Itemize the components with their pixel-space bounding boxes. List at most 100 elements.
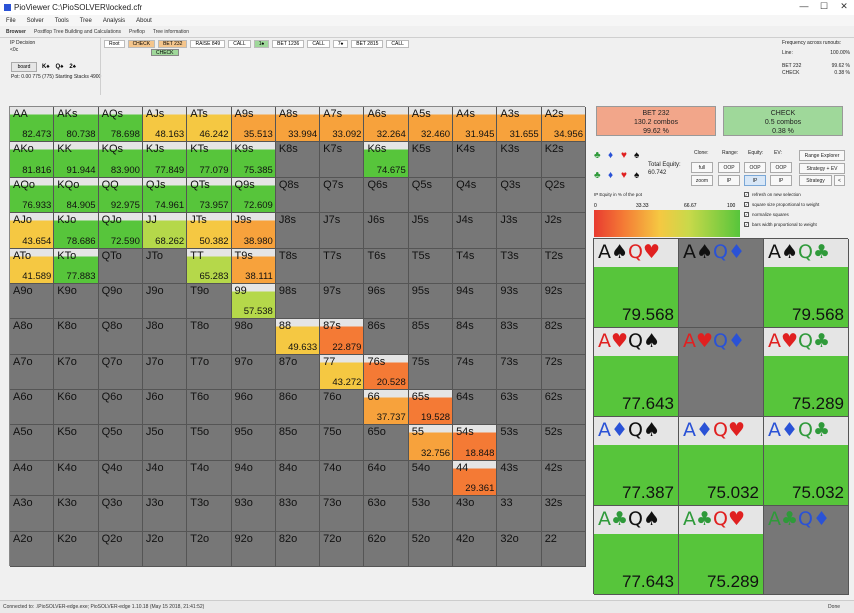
hand-cell[interactable]: 98o	[231, 319, 276, 355]
hand-cell[interactable]: 93o	[231, 496, 276, 532]
hand-cell[interactable]: T6o	[187, 390, 232, 426]
tree-node-call[interactable]: CALL	[228, 40, 251, 48]
hand-cell[interactable]: 87o	[275, 354, 321, 391]
hand-cell[interactable]: 74o	[320, 460, 365, 497]
ev-ip-button[interactable]: IP	[770, 175, 792, 186]
combo-cell[interactable]: A♥Q♠ 77.643	[594, 328, 679, 417]
tab-preflop[interactable]: Preflop	[129, 29, 145, 35]
hand-cell[interactable]: J9o	[142, 283, 188, 320]
hand-cell[interactable]: A8s 33.994	[275, 107, 321, 143]
hand-cell[interactable]: 55 32.756	[408, 425, 454, 461]
range-ip-button[interactable]: IP	[718, 175, 740, 186]
hand-cell[interactable]: KJo 78.686	[54, 213, 99, 249]
hand-cell[interactable]: 84s	[453, 319, 498, 355]
hand-cell[interactable]: Q7s	[320, 177, 365, 214]
hand-cell[interactable]: 77 43.272	[320, 354, 365, 391]
hand-cell[interactable]: 22	[541, 531, 586, 567]
hand-cell[interactable]: AA 82.473	[10, 107, 55, 143]
close-button[interactable]: ✕	[836, 1, 852, 12]
hand-cell[interactable]: K3s	[497, 142, 542, 178]
hand-cell[interactable]: 63o	[364, 496, 409, 532]
hand-cell[interactable]: 82o	[275, 531, 321, 567]
hand-cell[interactable]: 62s	[541, 390, 586, 426]
hand-cell[interactable]: J3o	[142, 496, 188, 532]
hand-cell[interactable]: A7o	[10, 354, 55, 391]
club-suit-icon[interactable]: ♣	[594, 150, 601, 161]
hand-cell[interactable]: J2o	[142, 531, 188, 567]
hand-cell[interactable]: 73o	[320, 496, 365, 532]
strategy-button[interactable]: Strategy	[799, 175, 832, 186]
hand-cell[interactable]: A7s 33.092	[320, 107, 365, 143]
combo-cell[interactable]: A♠Q♣ 79.568	[764, 239, 849, 328]
hand-cell[interactable]: ATs 46.242	[187, 107, 232, 143]
hand-cell[interactable]: J5o	[142, 425, 188, 461]
hand-cell[interactable]: 86o	[275, 390, 321, 426]
hand-cell[interactable]: T7s	[320, 248, 365, 284]
tree-node-root[interactable]: Root	[104, 40, 125, 48]
combo-cell[interactable]: A♣Q♠ 77.643	[594, 506, 679, 595]
action-box-bet[interactable]: BET 232 130.2 combos 99.62 %	[596, 106, 716, 136]
hand-cell[interactable]: K6s 74.675	[364, 142, 409, 178]
hand-cell[interactable]: 95o	[231, 425, 276, 461]
hand-cell[interactable]: 84o	[275, 460, 321, 497]
hand-cell[interactable]: K8s	[275, 142, 321, 178]
hand-cell[interactable]: 54s 18.848	[453, 425, 498, 461]
hand-cell[interactable]: 32s	[541, 496, 586, 532]
hand-cell[interactable]: J8o	[142, 319, 188, 355]
spade-suit-icon[interactable]: ♠	[634, 170, 639, 181]
hand-cell[interactable]: AJo 43.654	[10, 213, 55, 249]
range-oop-button[interactable]: OOP	[718, 162, 740, 173]
hand-cell[interactable]: K7o	[54, 354, 99, 391]
hand-cell[interactable]: 98s	[275, 283, 321, 320]
hand-cell[interactable]: 94s	[453, 283, 498, 320]
hand-cell[interactable]: K4s	[453, 142, 498, 178]
hand-cell[interactable]: AQo 76.933	[10, 177, 55, 214]
combo-cell[interactable]: A♦Q♠ 77.387	[594, 417, 679, 506]
menu-about[interactable]: About	[136, 18, 152, 24]
hand-cell[interactable]: T4s	[453, 248, 498, 284]
hand-cell[interactable]: K9o	[54, 283, 99, 320]
spade-suit-icon[interactable]: ♠	[634, 150, 639, 161]
hand-cell[interactable]: 53o	[408, 496, 454, 532]
hand-cell[interactable]: K3o	[54, 496, 99, 532]
hand-cell[interactable]: Q5o	[98, 425, 143, 461]
hand-cell[interactable]: T3s	[497, 248, 542, 284]
tree-node-call[interactable]: CALL	[386, 40, 409, 48]
menu-tree[interactable]: Tree	[80, 18, 92, 24]
hand-cell[interactable]: Q6s	[364, 177, 409, 214]
diamond-suit-icon[interactable]: ♦	[608, 150, 613, 161]
hand-cell[interactable]: QTs 73.957	[187, 177, 232, 214]
square-size-checkbox[interactable]: ✓ square size proportional to weight	[744, 202, 819, 207]
hand-cell[interactable]: A4s 31.945	[453, 107, 498, 143]
action-box-check[interactable]: CHECK 0.5 combos 0.38 %	[723, 106, 843, 136]
hand-cell[interactable]: QTo	[98, 248, 143, 284]
hand-cell[interactable]: 76o	[320, 390, 365, 426]
hand-cell[interactable]: K9s 75.385	[231, 142, 276, 178]
hand-cell[interactable]: 64o	[364, 460, 409, 497]
hand-cell[interactable]: Q8s	[275, 177, 321, 214]
equity-ip-button[interactable]: IP	[744, 175, 766, 186]
hand-cell[interactable]: Q4s	[453, 177, 498, 214]
minimize-button[interactable]: —	[796, 1, 812, 11]
hand-cell[interactable]: T3o	[187, 496, 232, 532]
maximize-button[interactable]: ☐	[816, 1, 832, 12]
normalize-checkbox[interactable]: ✓ normalize squares	[744, 212, 789, 217]
strategy-ev-button[interactable]: Strategy + EV	[799, 163, 845, 174]
tree-node-bet-2815[interactable]: BET 2815	[351, 40, 384, 48]
menu-tools[interactable]: Tools	[55, 18, 69, 24]
hand-cell[interactable]: T8s	[275, 248, 321, 284]
tab-postflop[interactable]: Postflop Tree Building and Calculations	[34, 29, 121, 35]
hand-cell[interactable]: Q3s	[497, 177, 542, 214]
hand-cell[interactable]: A2o	[10, 531, 55, 567]
hand-cell[interactable]: K5s	[408, 142, 454, 178]
hand-cell[interactable]: 42s	[541, 460, 586, 497]
hand-cell[interactable]: 95s	[408, 283, 454, 320]
hand-cell[interactable]: T7o	[187, 354, 232, 391]
hand-cell[interactable]: Q6o	[98, 390, 143, 426]
hand-cell[interactable]: Q7o	[98, 354, 143, 391]
hand-cell[interactable]: 86s	[364, 319, 409, 355]
hand-cell[interactable]: 42o	[453, 531, 498, 567]
hand-cell[interactable]: T6s	[364, 248, 409, 284]
hand-cell[interactable]: T2o	[187, 531, 232, 567]
hand-cell[interactable]: Q8o	[98, 319, 143, 355]
